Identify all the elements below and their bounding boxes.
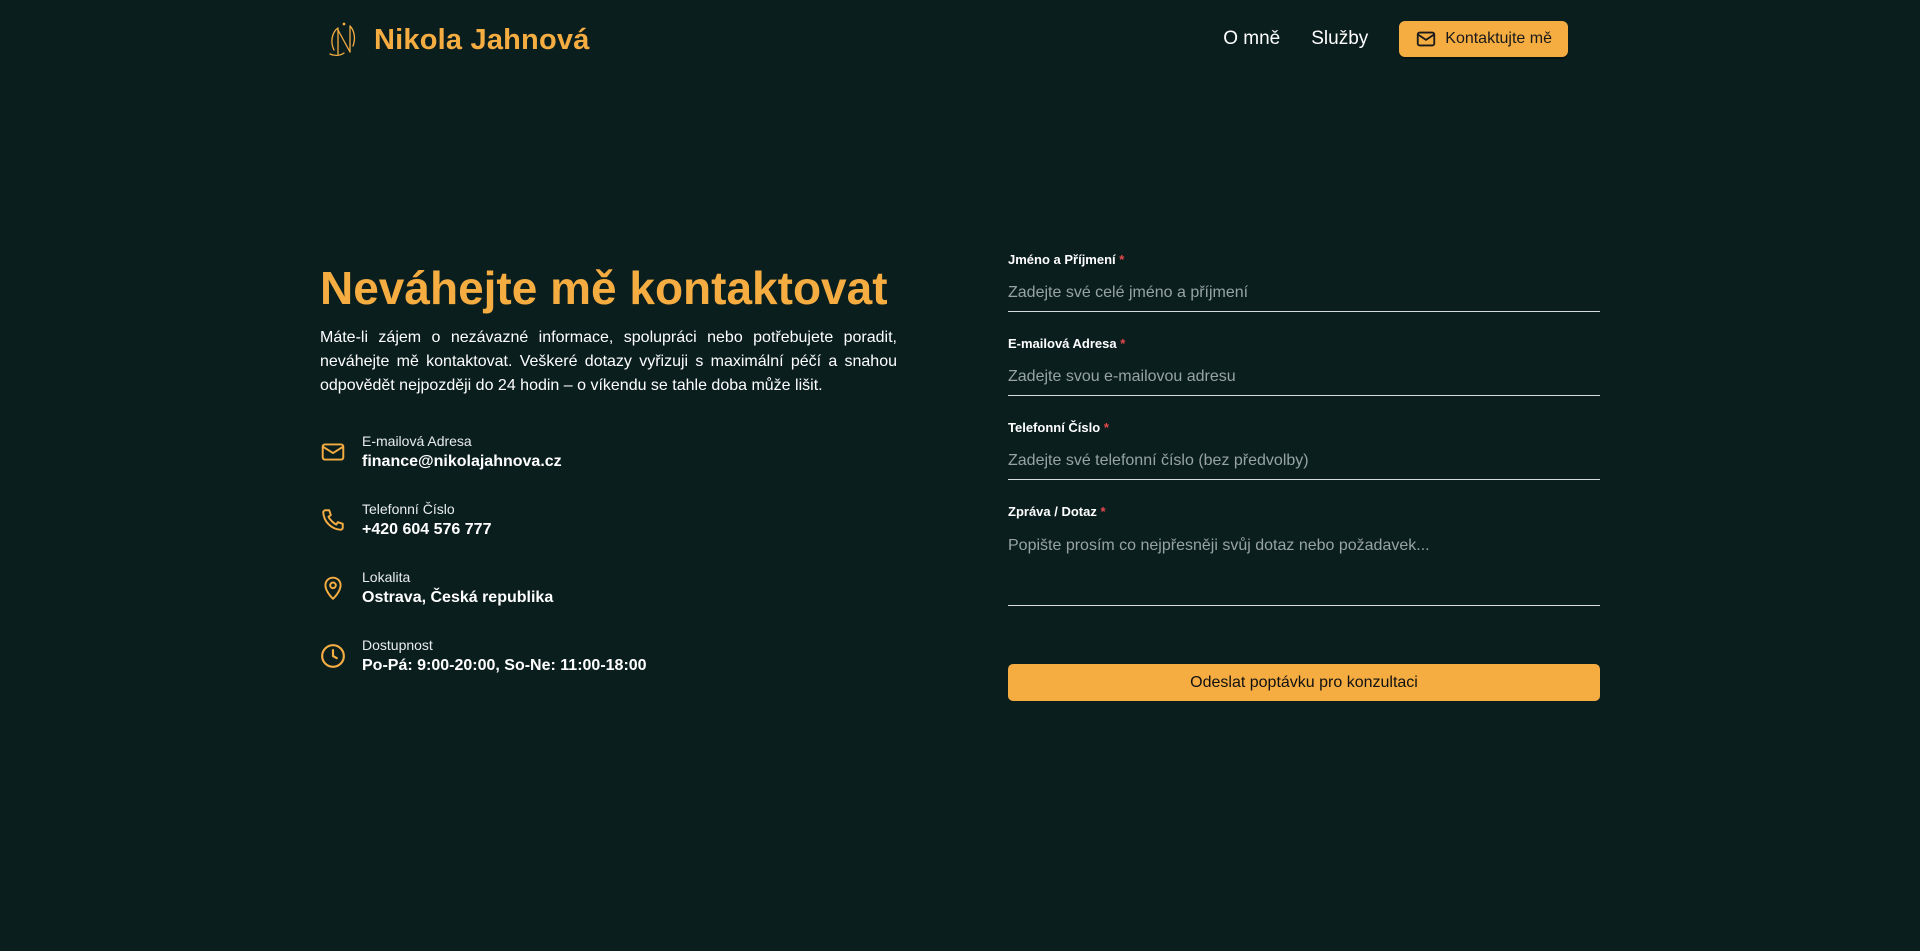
clock-icon xyxy=(320,643,346,669)
contact-item-label: E-mailová Adresa xyxy=(362,433,472,449)
nav-link-sluzby[interactable]: Služby xyxy=(1311,28,1368,50)
contact-item-label: Lokalita xyxy=(362,569,411,585)
message-field-group: Zpráva / Dotaz * xyxy=(1008,502,1600,606)
phone-input[interactable] xyxy=(1008,442,1600,480)
phone-icon xyxy=(320,507,346,533)
contact-item-phone: Telefonní Číslo +420 604 576 777 xyxy=(320,499,897,567)
contact-location-value: Ostrava, Česká republika xyxy=(362,589,554,606)
required-mark: * xyxy=(1100,504,1106,519)
contact-form: Jméno a Příjmení * E-mailová Adresa * Te… xyxy=(1008,250,1600,701)
required-mark: * xyxy=(1120,336,1126,351)
brand-name: Nikola Jahnová xyxy=(374,23,590,56)
page-title: Neváhejte mě kontaktovat xyxy=(320,262,888,314)
contact-item-availability: Dostupnost Po-Pá: 9:00-20:00, So-Ne: 11:… xyxy=(320,635,897,703)
required-mark: * xyxy=(1103,420,1109,435)
main-nav: O mně Služby Kontaktujte mě xyxy=(1223,21,1568,57)
name-field-group: Jméno a Příjmení * xyxy=(1008,250,1600,312)
contact-info-list: E-mailová Adresa finance@nikolajahnova.c… xyxy=(320,431,897,703)
map-pin-icon xyxy=(320,575,346,601)
message-field-label: Zpráva / Dotaz * xyxy=(1008,504,1106,519)
phone-field-label: Telefonní Číslo * xyxy=(1008,420,1109,435)
required-mark: * xyxy=(1119,252,1125,267)
nav-link-o-mne[interactable]: O mně xyxy=(1223,28,1280,50)
email-input[interactable] xyxy=(1008,358,1600,396)
name-input[interactable] xyxy=(1008,274,1600,312)
submit-button[interactable]: Odeslat poptávku pro konzultaci xyxy=(1008,664,1600,701)
email-field-group: E-mailová Adresa * xyxy=(1008,334,1600,396)
intro-text: Máte-li zájem o nezávazné informace, spo… xyxy=(320,329,897,394)
contact-cta-button[interactable]: Kontaktujte mě xyxy=(1399,21,1568,57)
contact-email-value[interactable]: finance@nikolajahnova.cz xyxy=(362,451,562,473)
mail-icon xyxy=(1417,31,1436,47)
contact-item-location: Lokalita Ostrava, Česká republika xyxy=(320,567,897,635)
name-field-label: Jméno a Příjmení * xyxy=(1008,252,1125,267)
brand-home-link[interactable]: Nikola Jahnová xyxy=(326,20,590,60)
contact-cta-label: Kontaktujte mě xyxy=(1445,30,1552,47)
mail-icon xyxy=(320,439,346,465)
contact-phone-value[interactable]: +420 604 576 777 xyxy=(362,519,491,541)
contact-availability-value: Po-Pá: 9:00-20:00, So-Ne: 11:00-18:00 xyxy=(362,657,647,674)
phone-field-group: Telefonní Číslo * xyxy=(1008,418,1600,480)
contact-item-email: E-mailová Adresa finance@nikolajahnova.c… xyxy=(320,431,897,499)
site-header: Nikola Jahnová O mně Služby Kontaktujte … xyxy=(0,0,1920,80)
contact-item-label: Telefonní Číslo xyxy=(362,501,455,517)
contact-item-label: Dostupnost xyxy=(362,637,433,653)
message-textarea[interactable] xyxy=(1008,526,1600,606)
contact-info-section: Neváhejte mě kontaktovat Máte-li zájem o… xyxy=(320,258,897,703)
nj-monogram-logo-icon xyxy=(329,22,356,57)
email-field-label: E-mailová Adresa * xyxy=(1008,336,1126,351)
contact-page: Nikola Jahnová O mně Služby Kontaktujte … xyxy=(0,0,1920,951)
